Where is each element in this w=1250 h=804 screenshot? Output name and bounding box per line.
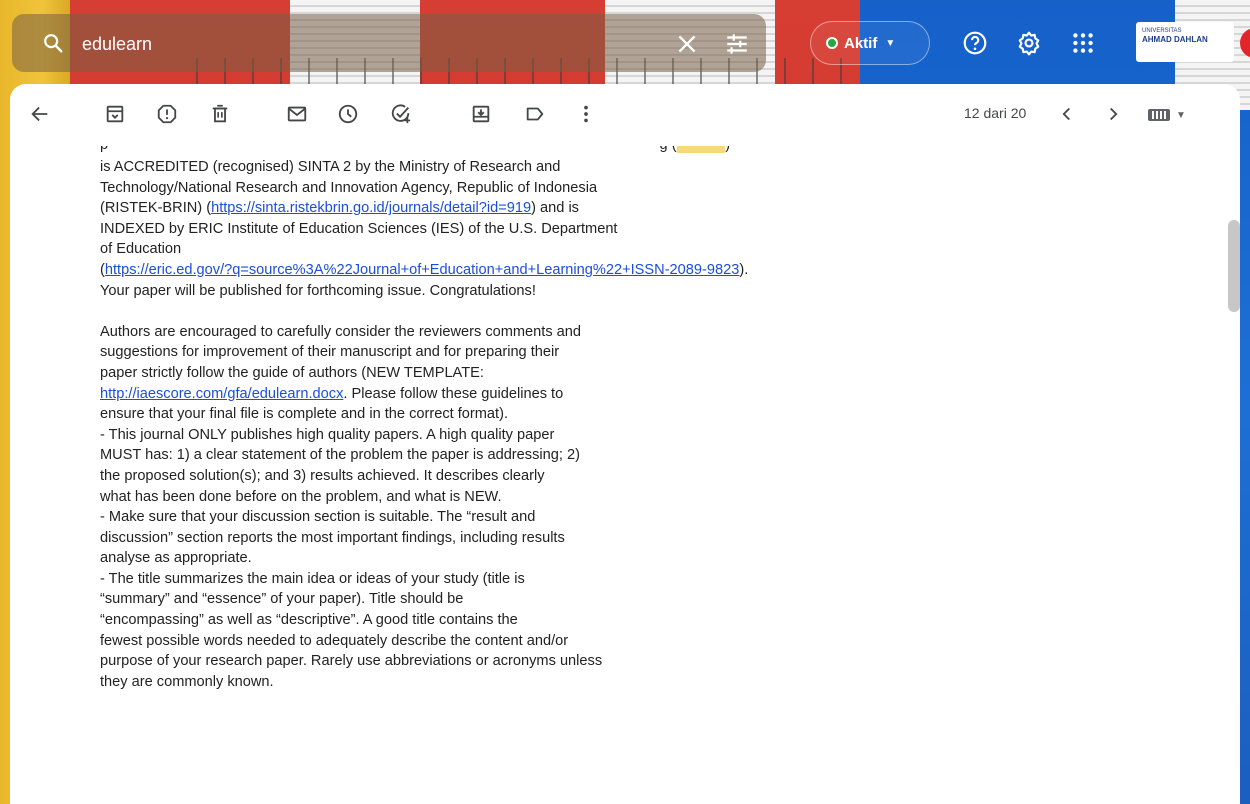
body-text: . Please follow these guidelines to [343, 385, 564, 402]
status-label: Aktif [844, 34, 878, 52]
body-line: - This journal ONLY publishes high quali… [100, 426, 555, 443]
body-line: is ACCREDITED (recognised) SINTA 2 by th… [100, 159, 561, 175]
body-line: purpose of your research paper. Rarely u… [100, 653, 603, 670]
keyboard-icon [1148, 109, 1170, 121]
archive-icon[interactable] [104, 103, 126, 125]
apps-grid-icon[interactable] [1070, 30, 1096, 56]
body-line: what has been done before on the problem… [100, 488, 502, 505]
add-task-icon[interactable] [390, 103, 412, 125]
template-link[interactable]: http://iaescore.com/gfa/edulearn.docx [100, 386, 343, 402]
body-line: “summary” and “essence” of your paper). … [100, 591, 464, 608]
body-line: (RISTEK-BRIN) (https://sinta.ristekbrin.… [100, 198, 860, 219]
search-box[interactable] [12, 14, 766, 72]
body-line: they are commonly known. [100, 673, 274, 690]
body-text: ) and is [531, 200, 579, 217]
body-text: (RISTEK-BRIN) ( [100, 200, 212, 217]
body-line: discussion” section reports the most imp… [100, 529, 565, 546]
help-icon[interactable] [962, 30, 988, 56]
top-bar: Aktif ▼ UNIVERSITAS AHMAD DAHLAN [0, 0, 1250, 84]
body-line: paper strictly follow the guide of autho… [100, 364, 484, 381]
body-text: ). [739, 261, 749, 278]
body-line: MUST has: 1) a clear statement of the pr… [100, 447, 580, 464]
avatar[interactable] [1240, 28, 1250, 58]
caret-down-icon: ▼ [1176, 109, 1186, 121]
body-line: - The title summarizes the main idea or … [100, 570, 525, 587]
body-line: http://iaescore.com/gfa/edulearn.docx. P… [100, 384, 860, 405]
back-arrow-icon[interactable] [29, 103, 51, 125]
body-line: Authors are encouraged to carefully cons… [100, 323, 582, 340]
message-body: p g ( ) is ACCREDITED (recognised) SINTA… [100, 146, 860, 804]
sinta-link[interactable]: https://sinta.ristekbrin.go.id/journals/… [211, 200, 531, 216]
message-toolbar: 12 dari 20 ▼ [10, 84, 1240, 146]
body-line: analyse as appropriate. [100, 550, 252, 567]
scrollbar-thumb[interactable] [1228, 220, 1240, 312]
body-line: Technology/National Research and Innovat… [100, 179, 598, 196]
status-dropdown[interactable]: Aktif ▼ [810, 21, 930, 65]
status-dot-icon [826, 37, 838, 49]
body-line: fewest possible words needed to adequate… [100, 632, 569, 649]
tune-icon[interactable] [724, 31, 750, 57]
report-spam-icon[interactable] [156, 103, 178, 125]
body-line: ensure that your final file is complete … [100, 406, 509, 423]
delete-icon[interactable] [209, 103, 231, 125]
body-line: - Make sure that your discussion section… [100, 509, 536, 526]
message-panel: p g ( ) is ACCREDITED (recognised) SINTA… [10, 84, 1240, 804]
chevron-left-icon[interactable] [1056, 103, 1078, 125]
close-icon[interactable] [674, 31, 700, 57]
caret-down-icon: ▼ [885, 37, 896, 49]
body-line: the proposed solution(s); and 3) results… [100, 467, 545, 484]
eric-link[interactable]: https://eric.ed.gov/?q=source%3A%22Journ… [105, 262, 739, 278]
input-tools-button[interactable]: ▼ [1148, 106, 1200, 124]
body-line: INDEXED by ERIC Institute of Education S… [100, 220, 618, 237]
search-input[interactable] [82, 31, 642, 57]
body-line: of Education [100, 241, 182, 258]
org-logo-line1: UNIVERSITAS [1142, 28, 1182, 34]
org-logo-line2: AHMAD DAHLAN [1142, 35, 1208, 44]
clipped-text-line: p g ( ) [100, 146, 730, 155]
organization-logo[interactable]: UNIVERSITAS AHMAD DAHLAN [1136, 22, 1234, 62]
body-line: Your paper will be published for forthco… [100, 282, 536, 299]
chevron-right-icon[interactable] [1102, 103, 1124, 125]
move-to-icon[interactable] [470, 103, 492, 125]
label-icon[interactable] [524, 103, 546, 125]
snooze-icon[interactable] [337, 103, 359, 125]
pagination-text: 12 dari 20 [964, 105, 1027, 121]
settings-icon[interactable] [1016, 30, 1042, 56]
more-vert-icon[interactable] [575, 103, 597, 125]
body-line: “encompassing” as well as “descriptive”.… [100, 612, 518, 629]
body-line: (https://eric.ed.gov/?q=source%3A%22Jour… [100, 260, 860, 281]
body-line: suggestions for improvement of their man… [100, 344, 560, 361]
search-icon[interactable] [42, 32, 64, 54]
mark-unread-icon[interactable] [286, 103, 308, 125]
